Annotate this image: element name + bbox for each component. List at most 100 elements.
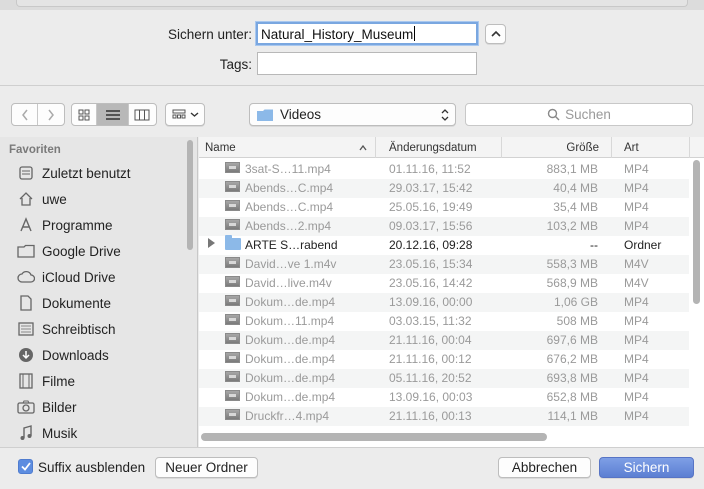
file-row: Dokum…de.mp4 05.11.16, 20:52 693,8 MB MP4 xyxy=(199,369,689,388)
forward-button[interactable] xyxy=(38,104,64,125)
folder-icon xyxy=(257,109,273,121)
file-kind: MP4 xyxy=(624,295,649,309)
sidebar-item-label: Schreibtisch xyxy=(42,321,116,337)
sidebar-item-recents[interactable]: Zuletzt benutzt xyxy=(16,160,131,186)
file-name: Abends…C.mp4 xyxy=(245,200,334,214)
file-name: 3sat-S…11.mp4 xyxy=(245,162,331,176)
chevron-up-icon xyxy=(490,30,501,37)
file-size: 114,1 MB xyxy=(547,409,598,423)
sidebar-item-movies[interactable]: Filme xyxy=(16,368,75,394)
file-kind: MP4 xyxy=(624,371,649,385)
column-header-name[interactable]: Name xyxy=(199,137,376,158)
chevron-down-icon xyxy=(190,112,198,117)
sidebar-item-desktop[interactable]: Schreibtisch xyxy=(16,316,116,342)
save-button[interactable]: Sichern xyxy=(599,457,694,478)
save-as-value: Natural_History_Museum xyxy=(261,27,414,42)
tags-field[interactable] xyxy=(257,52,477,75)
music-icon xyxy=(16,424,36,442)
icon-view-button[interactable] xyxy=(72,104,98,125)
file-date: 21.11.16, 00:12 xyxy=(389,352,472,366)
file-date: 25.05.16, 19:49 xyxy=(389,200,473,214)
new-folder-button[interactable]: Neuer Ordner xyxy=(155,457,258,478)
video-file-icon xyxy=(225,276,240,287)
file-row: David…live.m4v 23.05.16, 14:42 568,9 MB M4V xyxy=(199,274,689,293)
home-icon xyxy=(16,190,36,208)
back-button[interactable] xyxy=(12,104,38,125)
file-size: 652,8 MB xyxy=(546,390,598,404)
file-row[interactable]: ARTE S…rabend 20.12.16, 09:28 -- Ordner xyxy=(199,235,689,255)
search-placeholder: Suchen xyxy=(565,107,611,122)
file-date: 20.12.16, 09:28 xyxy=(389,238,473,252)
sidebar-item-applications[interactable]: Programme xyxy=(16,212,113,238)
video-file-icon xyxy=(225,371,240,382)
column-view-button[interactable] xyxy=(129,104,156,125)
hide-extension-checkbox[interactable] xyxy=(18,459,33,474)
sidebar-scrollbar[interactable] xyxy=(187,140,193,250)
file-row: 3sat-S…11.mp4 01.11.16, 11:52 883,1 MB MP4 xyxy=(199,160,689,179)
file-size: 676,2 MB xyxy=(546,352,598,366)
sidebar-item-label: Musik xyxy=(42,425,78,441)
search-icon xyxy=(547,108,560,121)
list-icon xyxy=(105,109,120,120)
applications-icon xyxy=(16,216,36,234)
file-row: Abends…2.mp4 09.03.17, 15:56 103,2 MB MP4 xyxy=(199,217,689,236)
chevron-right-icon xyxy=(48,109,54,120)
file-size: 40,4 MB xyxy=(553,181,598,195)
list-horizontal-scrollbar[interactable] xyxy=(201,433,547,441)
list-vertical-scrollbar[interactable] xyxy=(693,160,700,304)
sidebar: Favoriten Zuletzt benutzt uwe Programme … xyxy=(0,137,198,447)
file-kind: M4V xyxy=(624,257,649,271)
file-kind: MP4 xyxy=(624,219,649,233)
location-popup[interactable]: Videos xyxy=(249,103,456,126)
file-name: Dokum…de.mp4 xyxy=(245,371,336,385)
tags-label: Tags: xyxy=(219,57,252,72)
file-date: 23.05.16, 14:42 xyxy=(389,276,473,290)
sidebar-item-google-drive[interactable]: Google Drive xyxy=(16,238,121,264)
file-row: Abends…C.mp4 25.05.16, 19:49 35,4 MB MP4 xyxy=(199,198,689,217)
cloud-icon xyxy=(16,268,36,286)
disclosure-triangle-icon[interactable] xyxy=(208,238,215,248)
header-divider xyxy=(0,85,704,86)
file-date: 13.09.16, 00:03 xyxy=(389,390,473,404)
sidebar-item-home[interactable]: uwe xyxy=(16,186,67,212)
file-kind: MP4 xyxy=(624,200,649,214)
column-header-size[interactable]: Größe xyxy=(502,137,612,158)
sidebar-item-documents[interactable]: Dokumente xyxy=(16,290,111,316)
file-date: 23.05.16, 15:34 xyxy=(389,257,473,271)
grid-icon xyxy=(78,109,90,120)
file-size: 35,4 MB xyxy=(553,200,598,214)
camera-icon xyxy=(16,398,36,416)
hide-extension-label[interactable]: Suffix ausblenden xyxy=(38,460,145,475)
file-size: 697,6 MB xyxy=(546,333,598,347)
video-file-icon xyxy=(225,219,240,230)
sidebar-item-label: Zuletzt benutzt xyxy=(42,165,131,181)
file-size: 693,8 MB xyxy=(546,371,598,385)
save-as-field[interactable]: Natural_History_Museum xyxy=(256,22,478,45)
sidebar-item-music[interactable]: Musik xyxy=(16,420,77,446)
file-name: Dokum…de.mp4 xyxy=(245,333,336,347)
video-file-icon xyxy=(225,295,240,306)
column-header-date[interactable]: Änderungsdatum xyxy=(383,137,502,158)
sidebar-item-label: Google Drive xyxy=(42,243,121,259)
sidebar-item-downloads[interactable]: Downloads xyxy=(16,342,109,368)
list-view-button[interactable] xyxy=(97,104,129,125)
column-header-kind[interactable]: Art xyxy=(618,137,690,158)
column-size-label: Größe xyxy=(566,141,599,154)
file-row: Dokum…11.mp4 03.03.15, 11:32 508 MB MP4 xyxy=(199,312,689,331)
file-date: 09.03.17, 15:56 xyxy=(389,219,473,233)
file-date: 21.11.16, 00:13 xyxy=(389,409,472,423)
file-row: Abends…C.mp4 29.03.17, 15:42 40,4 MB MP4 xyxy=(199,179,689,198)
group-by-button[interactable] xyxy=(165,103,205,126)
sidebar-item-icloud-drive[interactable]: iCloud Drive xyxy=(16,264,116,290)
file-date: 05.11.16, 20:52 xyxy=(389,371,472,385)
sidebar-item-label: Downloads xyxy=(42,347,109,363)
collapse-button[interactable] xyxy=(485,24,506,44)
desktop-icon xyxy=(16,320,36,338)
file-kind: MP4 xyxy=(624,162,649,176)
search-field[interactable]: Suchen xyxy=(465,103,693,126)
sidebar-item-pictures[interactable]: Bilder xyxy=(16,394,77,420)
cancel-button[interactable]: Abbrechen xyxy=(498,457,591,478)
file-date: 21.11.16, 00:04 xyxy=(389,333,472,347)
updown-arrows-icon xyxy=(441,109,449,121)
columns-icon xyxy=(134,109,150,120)
